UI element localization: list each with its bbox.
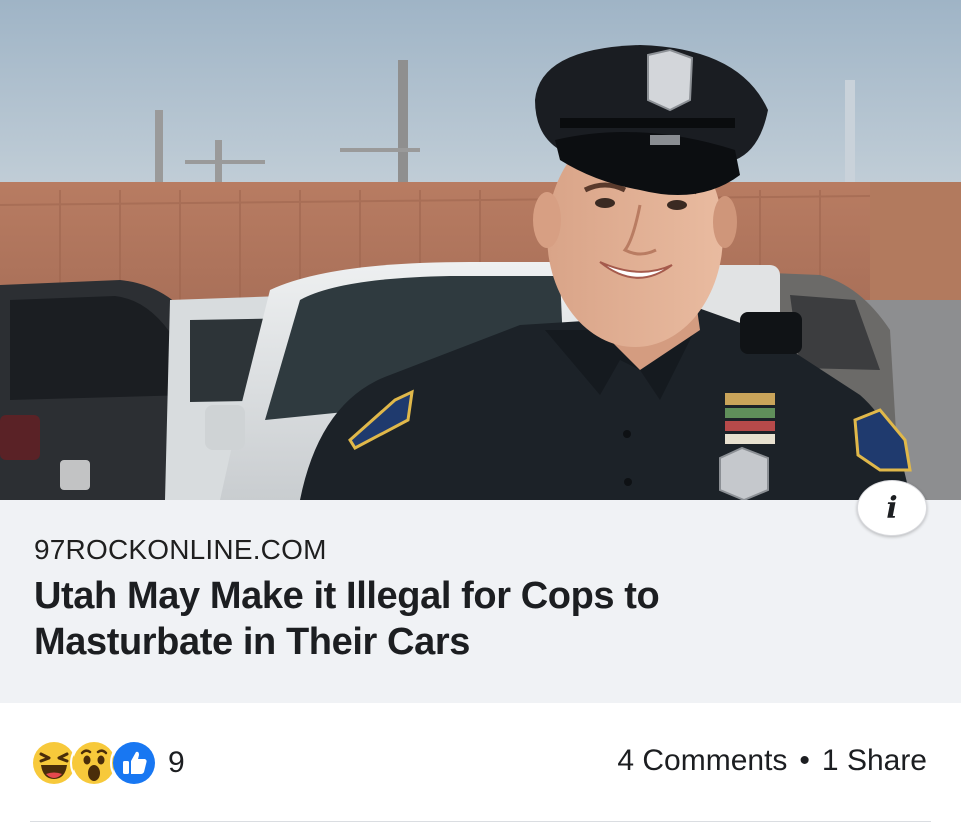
- reactions-summary[interactable]: 9: [30, 739, 185, 787]
- engagement-stats: 4 Comments • 1 Share: [617, 744, 927, 778]
- link-headline[interactable]: Utah May Make it Illegal for Cops to Mas…: [34, 573, 854, 665]
- link-preview-image[interactable]: [0, 0, 961, 500]
- link-post: i 97ROCKONLINE.COM Utah May Make it Ille…: [0, 0, 961, 825]
- like-reaction-icon: [110, 739, 158, 787]
- link-domain: 97ROCKONLINE.COM: [34, 534, 327, 565]
- divider: [30, 821, 931, 822]
- comments-count-link[interactable]: 4 Comments: [617, 744, 787, 778]
- link-preview-caption[interactable]: 97ROCKONLINE.COM Utah May Make it Illega…: [0, 500, 961, 703]
- separator-dot: •: [799, 744, 810, 777]
- reaction-count: 9: [168, 746, 185, 779]
- info-icon[interactable]: i: [857, 480, 927, 536]
- shares-count-link[interactable]: 1 Share: [822, 744, 927, 778]
- engagement-bar: 9 4 Comments • 1 Share: [0, 703, 961, 825]
